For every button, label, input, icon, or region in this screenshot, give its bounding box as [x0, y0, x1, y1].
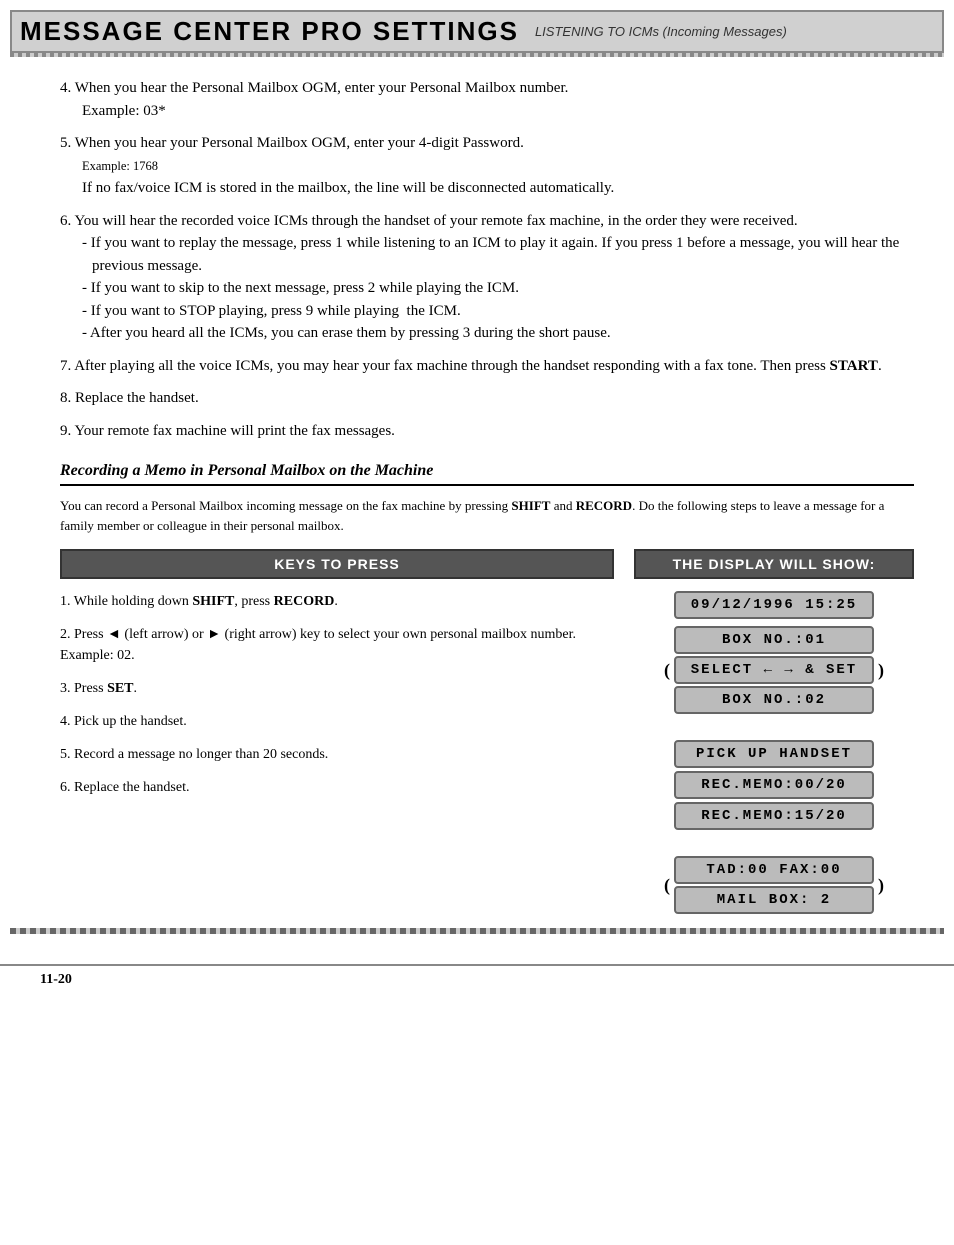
- bullet-1: - If you want to replay the message, pre…: [82, 232, 914, 277]
- display-mail-box: MAIL BOX: 2: [674, 886, 874, 914]
- page-number: 11-20: [40, 972, 72, 987]
- list-item-6: 6. You will hear the recorded voice ICMs…: [60, 210, 914, 345]
- left-column: KEYS TO PRESS 1. While holding down SHIF…: [60, 549, 614, 918]
- step-3: 3. Press SET.: [60, 678, 614, 699]
- footer-dashed: [10, 928, 944, 934]
- section-heading: Recording a Memo in Personal Mailbox on …: [60, 462, 914, 486]
- item-text: After playing all the voice ICMs, you ma…: [74, 358, 882, 374]
- display-rec-memo-2: REC.MEMO:15/20: [674, 802, 874, 830]
- display-group-inner: BOX NO.:01 SELECT ← → & SET BOX NO.:02: [674, 626, 874, 714]
- list-item-4: 4. When you hear the Personal Mailbox OG…: [60, 77, 914, 122]
- list-item-5: 5. When you hear your Personal Mailbox O…: [60, 132, 914, 200]
- arrow-left-icon: (: [664, 660, 670, 681]
- bullet-4: - After you heard all the ICMs, you can …: [82, 322, 914, 345]
- item-number: 7.: [60, 358, 74, 374]
- display-group-tad-inner: TAD:00 FAX:00 MAIL BOX: 2: [674, 856, 874, 914]
- arrow-right-2-icon: ): [878, 875, 884, 896]
- display-boxes: 09/12/1996 15:25 ( BOX NO.:01 SELECT ← →…: [634, 591, 914, 918]
- item-text: You will hear the recorded voice ICMs th…: [74, 213, 797, 229]
- display-tad-fax: TAD:00 FAX:00: [674, 856, 874, 884]
- arrow-right-icon: ): [878, 660, 884, 681]
- step-1: 1. While holding down SHIFT, press RECOR…: [60, 591, 614, 612]
- item-text: When you hear the Personal Mailbox OGM, …: [75, 80, 569, 96]
- step-4: 4. Pick up the handset.: [60, 711, 614, 732]
- display-rec-memo-1: REC.MEMO:00/20: [674, 771, 874, 799]
- bullet-2: - If you want to skip to the next messag…: [82, 277, 914, 300]
- display-box-no-02: BOX NO.:02: [674, 686, 874, 714]
- right-col-header: THE DISPLAY WILL SHOW:: [634, 549, 914, 579]
- display-pick-up: PICK UP HANDSET: [674, 740, 874, 768]
- display-group-tad: ( TAD:00 FAX:00 MAIL BOX: 2 ): [664, 856, 884, 914]
- list-item-7: 7. After playing all the voice ICMs, you…: [60, 355, 914, 378]
- page-header: MESSAGE CENTER PRO SETTINGS LISTENING TO…: [10, 10, 944, 53]
- item-text: Replace the handset.: [75, 390, 199, 406]
- left-col-header: KEYS TO PRESS: [60, 549, 614, 579]
- item-example: Example: 1768: [82, 155, 914, 178]
- display-date-time: 09/12/1996 15:25: [674, 591, 874, 619]
- item-number: 5.: [60, 135, 75, 151]
- display-select: SELECT ← → & SET: [674, 656, 874, 684]
- list-item-9: 9. Your remote fax machine will print th…: [60, 420, 914, 443]
- section-intro: You can record a Personal Mailbox incomi…: [60, 496, 914, 535]
- main-title: MESSAGE CENTER PRO SETTINGS: [20, 16, 519, 47]
- sub-title: LISTENING TO ICMs (Incoming Messages): [535, 24, 787, 39]
- item-number: 4.: [60, 80, 75, 96]
- display-box-no-01: BOX NO.:01: [674, 626, 874, 654]
- display-group-box01: ( BOX NO.:01 SELECT ← → & SET BOX NO.:02…: [664, 626, 884, 714]
- step-2: 2. Press ◄ (left arrow) or ► (right arro…: [60, 624, 614, 666]
- footer: 11-20: [0, 964, 954, 994]
- item-number: 9.: [60, 423, 74, 439]
- item-number: 8.: [60, 390, 75, 406]
- two-column-section: KEYS TO PRESS 1. While holding down SHIF…: [60, 549, 914, 918]
- step-6: 6. Replace the handset.: [60, 777, 614, 798]
- item-number: 6.: [60, 213, 74, 229]
- item-example: Example: 03*: [82, 100, 914, 123]
- right-column: THE DISPLAY WILL SHOW: 09/12/1996 15:25 …: [634, 549, 914, 918]
- arrow-left-2-icon: (: [664, 875, 670, 896]
- item-note: If no fax/voice ICM is stored in the mai…: [82, 177, 914, 200]
- page-content: 4. When you hear the Personal Mailbox OG…: [0, 67, 954, 928]
- bullet-3: - If you want to STOP playing, press 9 w…: [82, 300, 914, 323]
- step-5: 5. Record a message no longer than 20 se…: [60, 744, 614, 765]
- item-text: Your remote fax machine will print the f…: [74, 423, 394, 439]
- header-border: [10, 53, 944, 57]
- item-text: When you hear your Personal Mailbox OGM,…: [75, 135, 524, 151]
- list-item-8: 8. Replace the handset.: [60, 387, 914, 410]
